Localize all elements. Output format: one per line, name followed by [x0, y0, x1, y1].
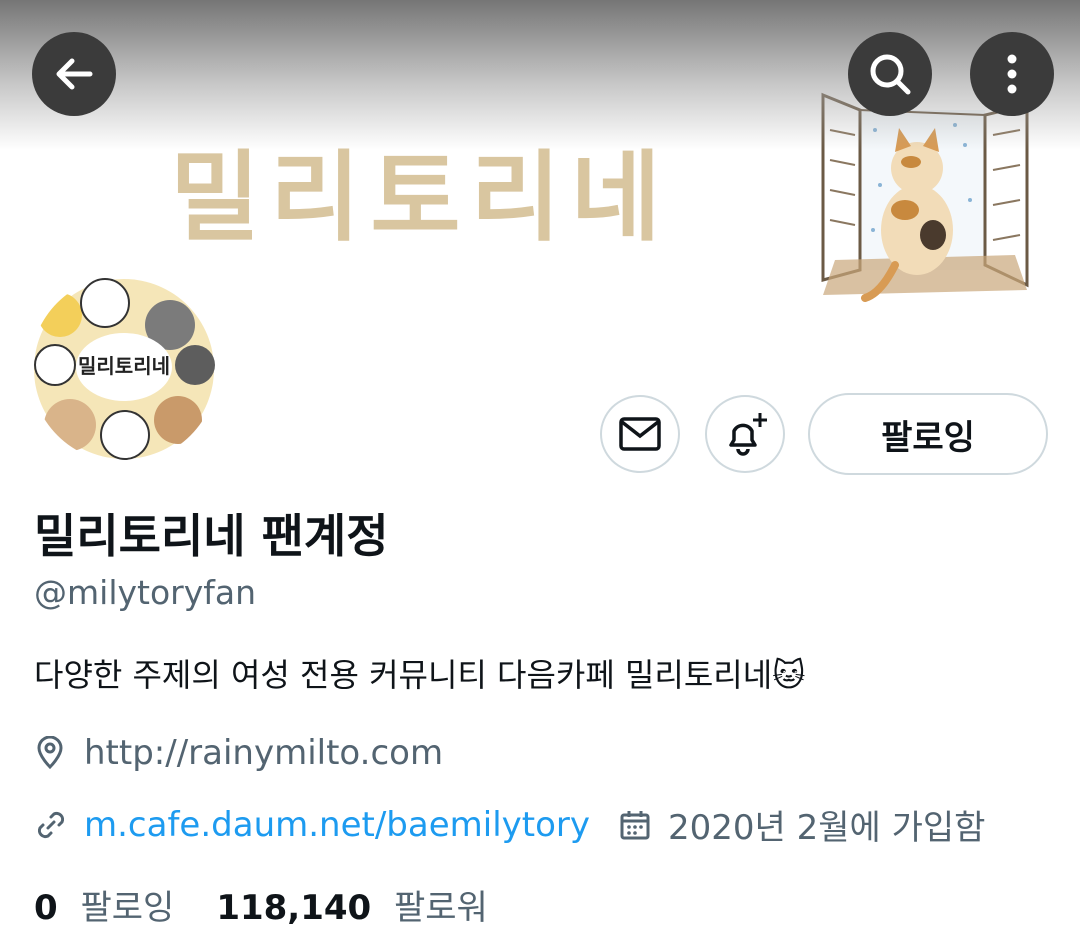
- following-label: 팔로잉: [80, 888, 175, 928]
- arrow-left-icon: [56, 58, 93, 90]
- avatar-text: 밀리토리네: [78, 354, 170, 378]
- followers-stat[interactable]: 118,140 팔로워: [216, 880, 488, 929]
- location-text: http://rainymilto.com: [84, 733, 444, 773]
- website-row: m.cafe.daum.net/baemilytory 2020년 2월에 가입…: [34, 800, 985, 849]
- avatar-illustration: 밀리토리네: [34, 278, 215, 460]
- following-stat[interactable]: 0 팔로잉: [34, 880, 174, 929]
- bio: 다양한 주제의 여성 전용 커뮤니티 다음카페 밀리토리네🐱: [34, 656, 806, 694]
- message-button[interactable]: [600, 395, 680, 473]
- more-vertical-icon: [1007, 54, 1017, 94]
- back-button[interactable]: [32, 32, 116, 116]
- search-button[interactable]: [848, 32, 932, 116]
- notifications-button[interactable]: [705, 395, 785, 473]
- link-icon: [37, 811, 65, 838]
- search-icon: [870, 54, 911, 95]
- display-name: 밀리토리네 팬계정: [34, 509, 389, 563]
- following-count: 0: [34, 888, 58, 928]
- user-handle: @milytoryfan: [34, 573, 256, 612]
- website-link[interactable]: m.cafe.daum.net/baemilytory: [84, 805, 590, 845]
- followers-label: 팔로워: [394, 888, 488, 928]
- location-row: http://rainymilto.com: [34, 733, 443, 773]
- mail-icon: [619, 417, 661, 451]
- calendar-icon: [620, 810, 650, 839]
- bell-plus-icon: [729, 413, 767, 456]
- avatar[interactable]: 밀리토리네: [30, 275, 218, 463]
- follow-stats: 0 팔로잉 118,140 팔로워: [34, 880, 488, 929]
- location-pin-icon: [37, 736, 63, 770]
- more-button[interactable]: [970, 32, 1054, 116]
- following-button[interactable]: 팔로잉: [808, 393, 1048, 475]
- followers-count: 118,140: [216, 888, 372, 928]
- joined-date: 2020년 2월에 가입함: [668, 808, 986, 848]
